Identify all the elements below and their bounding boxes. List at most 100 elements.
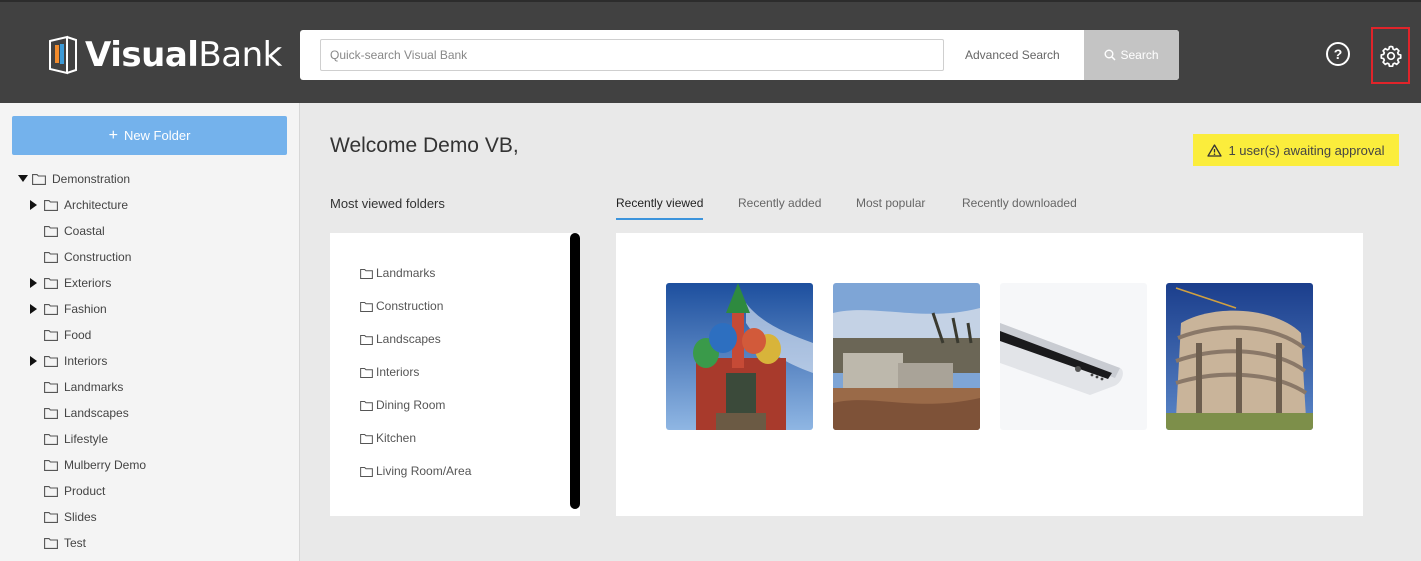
folder-icon: [44, 278, 58, 289]
folder-label: Living Room/Area: [376, 464, 472, 478]
folder-icon: [360, 301, 373, 312]
folder-icon: [44, 486, 58, 497]
folder-icon: [44, 512, 58, 523]
folder-sidebar: + New Folder Demonstration Architecture …: [0, 103, 300, 561]
new-folder-label: New Folder: [123, 128, 191, 143]
tree-item-label: Food: [64, 328, 92, 342]
image-thumbnail[interactable]: [833, 283, 980, 430]
welcome-heading: Welcome Demo VB,: [330, 134, 519, 157]
image-thumbnail[interactable]: [666, 283, 813, 430]
folder-icon: [360, 466, 373, 477]
most-viewed-folder[interactable]: Living Room/Area: [360, 462, 471, 480]
folders-scrollbar[interactable]: [570, 233, 580, 509]
help-icon: ?: [1333, 46, 1343, 62]
tree-item-label: Exteriors: [64, 276, 112, 290]
tree-item-label: Construction: [64, 250, 132, 264]
caret-right-icon[interactable]: [30, 304, 44, 314]
settings-button[interactable]: [1371, 27, 1410, 84]
tree-item-mulberry-demo[interactable]: Mulberry Demo: [30, 452, 146, 478]
brand-primary: Visual: [85, 35, 199, 75]
folder-icon: [44, 226, 58, 237]
most-viewed-folder[interactable]: Interiors: [360, 363, 419, 381]
folder-label: Kitchen: [376, 431, 417, 445]
tree-item-product[interactable]: Product: [30, 478, 105, 504]
tab-most-popular[interactable]: Most popular: [856, 196, 925, 220]
gear-icon: [1379, 45, 1402, 67]
most-viewed-folder[interactable]: Landmarks: [360, 264, 435, 282]
tree-item-coastal[interactable]: Coastal: [30, 218, 105, 244]
tab-recently-added[interactable]: Recently added: [738, 196, 821, 220]
tree-item-test[interactable]: Test: [30, 530, 86, 556]
tab-recently-viewed[interactable]: Recently viewed: [616, 196, 704, 220]
image-thumbnail[interactable]: [1000, 283, 1147, 430]
tree-item-lifestyle[interactable]: Lifestyle: [30, 426, 108, 452]
tree-item-label: Test: [64, 536, 87, 550]
folder-icon: [44, 200, 58, 211]
folder-icon: [44, 434, 58, 445]
tree-item-interiors[interactable]: Interiors: [30, 348, 107, 374]
folder-icon: [360, 400, 373, 411]
tree-item-label: Lifestyle: [64, 432, 109, 446]
search-button-label: Search: [1120, 48, 1159, 62]
tree-item-exteriors[interactable]: Exteriors: [30, 270, 111, 296]
folder-icon: [44, 330, 58, 341]
new-folder-button[interactable]: + New Folder: [12, 116, 287, 155]
construction-site-image: [833, 283, 980, 430]
tree-item-landmarks[interactable]: Landmarks: [30, 374, 123, 400]
tree-item-slides[interactable]: Slides: [30, 504, 97, 530]
recent-images-panel: [616, 233, 1363, 516]
folder-label: Construction: [376, 299, 444, 313]
advanced-search-link[interactable]: Advanced Search: [965, 48, 1060, 62]
tree-item-label: Interiors: [64, 354, 108, 368]
folder-icon: [44, 252, 58, 263]
building-construction-image: [1166, 283, 1313, 430]
tree-item-food[interactable]: Food: [30, 322, 91, 348]
folder-icon: [44, 408, 58, 419]
tree-item-label: Coastal: [64, 224, 105, 238]
approval-notice[interactable]: 1 user(s) awaiting approval: [1193, 134, 1399, 166]
most-viewed-folder[interactable]: Landscapes: [360, 330, 441, 348]
top-header: VisualBank Advanced Search Search ?: [0, 0, 1421, 103]
tree-item-label: Demonstration: [52, 172, 131, 186]
caret-right-icon[interactable]: [30, 278, 44, 288]
search-bar: Advanced Search Search: [300, 30, 1179, 80]
help-button[interactable]: ?: [1326, 42, 1350, 66]
tree-item-label: Mulberry Demo: [64, 458, 147, 472]
search-button[interactable]: Search: [1084, 30, 1179, 80]
smartphone-image: [1000, 283, 1147, 430]
search-icon: [1104, 49, 1117, 61]
plus-icon: +: [108, 126, 118, 144]
folder-icon: [44, 304, 58, 315]
folder-icon: [32, 174, 46, 185]
cathedral-image: [666, 283, 813, 430]
folder-label: Interiors: [376, 365, 420, 379]
tree-item-demonstration[interactable]: Demonstration: [18, 166, 130, 192]
folder-icon: [360, 334, 373, 345]
tree-item-label: Architecture: [64, 198, 129, 212]
most-viewed-title: Most viewed folders: [330, 196, 445, 211]
tab-recently-downloaded[interactable]: Recently downloaded: [962, 196, 1077, 220]
folder-icon: [44, 356, 58, 367]
quick-search-input[interactable]: [320, 39, 944, 71]
most-viewed-folder[interactable]: Construction: [360, 297, 443, 315]
most-viewed-folders-panel: Landmarks Construction Landscapes Interi…: [330, 233, 580, 516]
tree-item-label: Landmarks: [64, 380, 124, 394]
caret-down-icon[interactable]: [18, 175, 32, 183]
folder-label: Dining Room: [376, 398, 446, 412]
visual-bank-logo[interactable]: VisualBank: [47, 34, 282, 76]
most-viewed-folder[interactable]: Dining Room: [360, 396, 445, 414]
image-thumbnail[interactable]: [1166, 283, 1313, 430]
tree-item-fashion[interactable]: Fashion: [30, 296, 107, 322]
caret-right-icon[interactable]: [30, 356, 44, 366]
folder-label: Landmarks: [376, 266, 436, 280]
caret-right-icon[interactable]: [30, 200, 44, 210]
tree-item-landscapes[interactable]: Landscapes: [30, 400, 129, 426]
tree-item-construction[interactable]: Construction: [30, 244, 131, 270]
most-viewed-folder[interactable]: Kitchen: [360, 429, 416, 447]
tree-item-label: Landscapes: [64, 406, 129, 420]
folder-icon: [44, 538, 58, 549]
folder-icon: [44, 460, 58, 471]
folder-icon: [44, 382, 58, 393]
folder-icon: [360, 268, 373, 279]
tree-item-architecture[interactable]: Architecture: [30, 192, 128, 218]
